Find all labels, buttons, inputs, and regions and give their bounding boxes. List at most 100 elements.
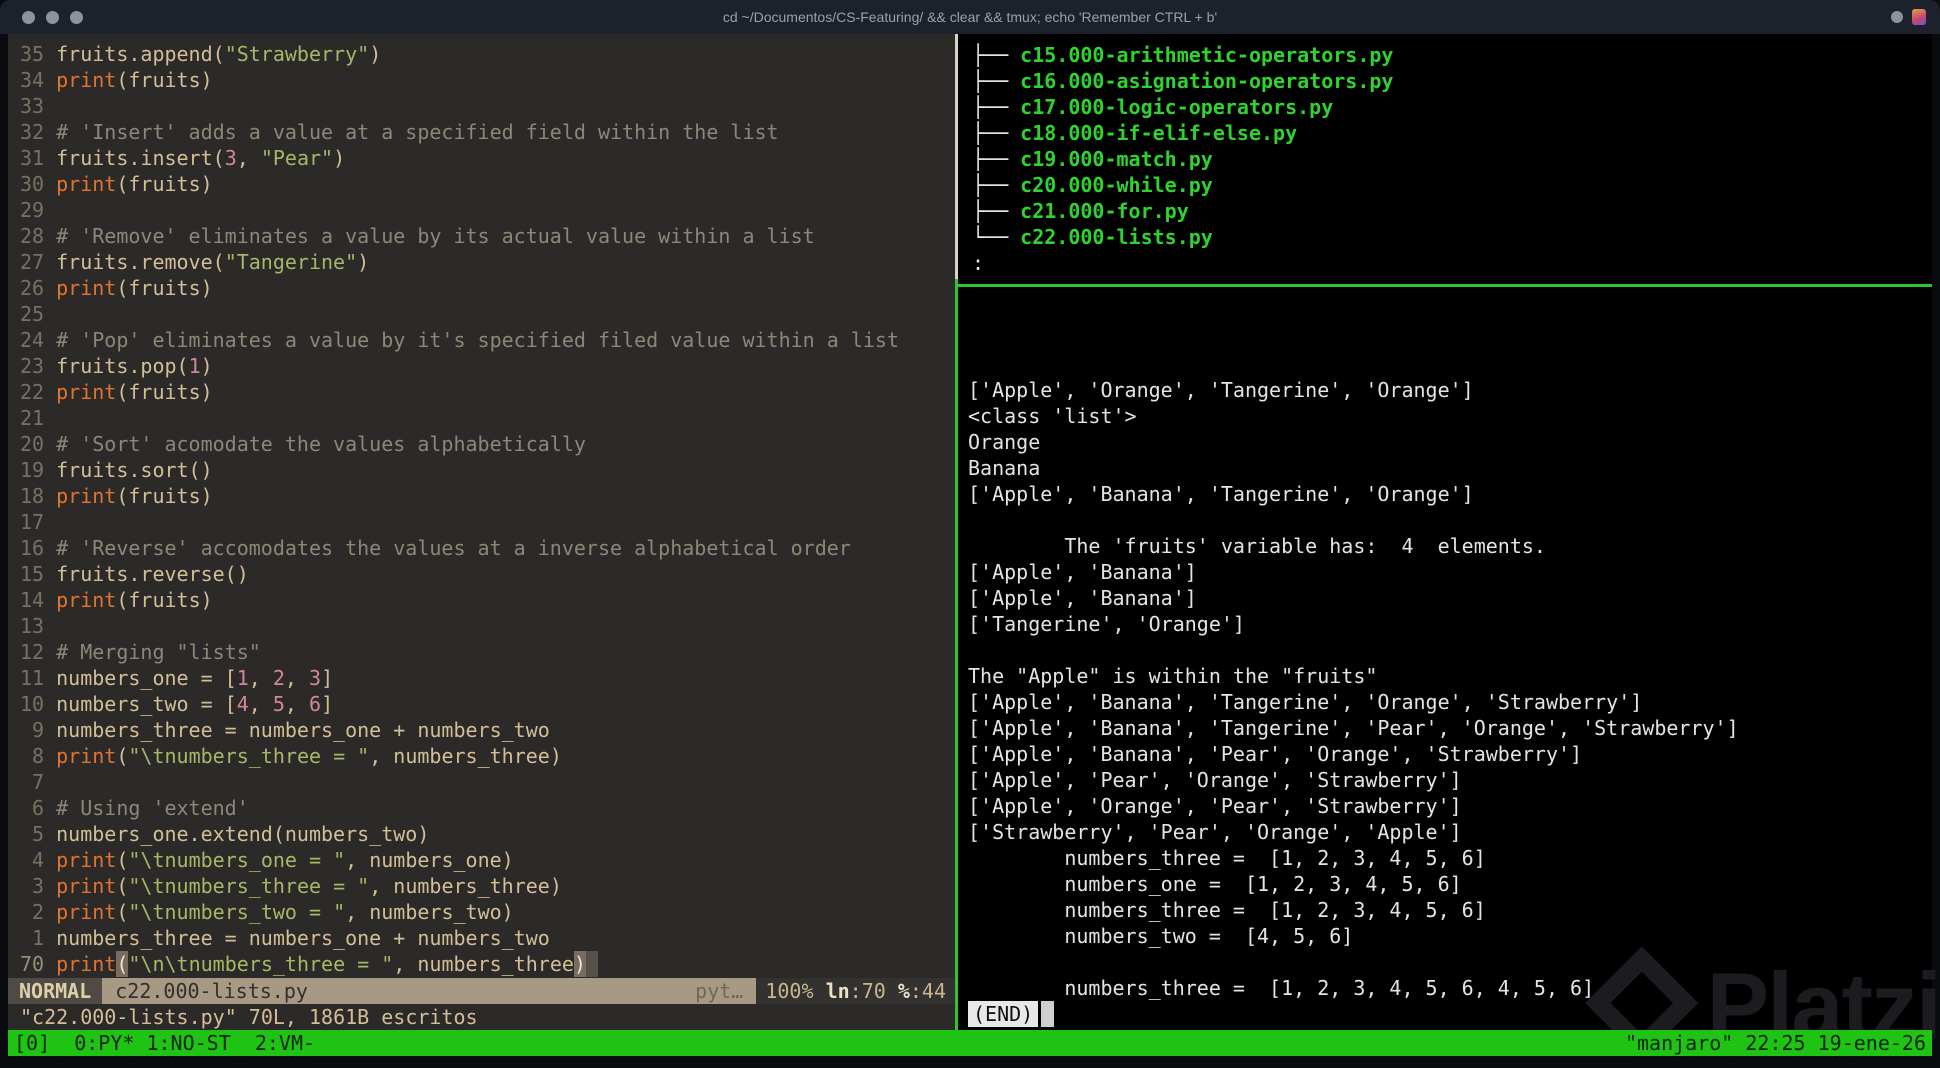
code-token: fruits.reverse() xyxy=(56,562,249,586)
output-line: ['Apple', 'Pear', 'Orange', 'Strawberry'… xyxy=(968,768,1462,792)
traffic-lights xyxy=(22,0,83,34)
line-number: 33 xyxy=(20,94,45,118)
output-line: ['Apple', 'Banana'] xyxy=(968,560,1197,584)
vim-buffer[interactable]: 35 fruits.append("Strawberry") 34 print (fru… xyxy=(8,34,955,978)
line-number: 31 xyxy=(20,146,45,170)
line-number: 7 xyxy=(20,770,45,794)
output-line: The 'fruits' variable has: 4 elements. xyxy=(968,534,1546,558)
code-token: , numbers_three xyxy=(393,952,574,976)
code-token: 4 xyxy=(236,692,249,716)
output-pane[interactable]: ['Apple', 'Orange', 'Tangerine', 'Orange… xyxy=(958,287,1932,1030)
code-token: print xyxy=(56,68,117,92)
code-token: print xyxy=(56,380,117,404)
code-line: 21 xyxy=(20,405,955,431)
output-line: ['Apple', 'Banana', 'Pear', 'Orange', 'S… xyxy=(968,742,1583,766)
code-token: numbers_one = [ xyxy=(56,666,237,690)
code-line: 18 print (fruits) xyxy=(20,483,955,509)
line-number: 2 xyxy=(20,900,45,924)
output-line: <class 'list'> xyxy=(968,404,1137,428)
code-line: 34 print (fruits) xyxy=(20,67,955,93)
tree-item: └── c22.000-lists.py xyxy=(972,224,1932,250)
code-line: 10 numbers_two = [4, 5, 6] xyxy=(20,691,955,717)
statusline-scroll-percent: 100% xyxy=(765,979,826,1003)
code-token: # 'Sort' acomodate the values alphabetic… xyxy=(56,432,586,456)
tree-filename: c17.000-logic-operators.py xyxy=(1020,95,1334,119)
code-token: (fruits) xyxy=(116,588,213,612)
code-token: "\tnumbers_three = " xyxy=(128,744,370,768)
tmux-window-list[interactable]: [0] 0:PY* 1:NO-ST 2:VM- xyxy=(14,1030,315,1056)
tree-item: ├── c16.000-asignation-operators.py xyxy=(972,68,1932,94)
tmux-status-bar: [0] 0:PY* 1:NO-ST 2:VM- "manjaro" 22:25 … xyxy=(8,1030,1932,1056)
output-line: Orange xyxy=(968,430,1041,454)
code-token: print xyxy=(56,874,117,898)
screenshot-root: cd ~/Documentos/CS-Featuring/ && clear &… xyxy=(0,0,1940,1068)
window-maximize-button[interactable] xyxy=(70,10,83,24)
code-line: 13 xyxy=(20,613,955,639)
code-token: numbers_three = numbers_one + numbers_tw… xyxy=(56,718,550,742)
statusline-position-section: 100% ln:70 %:44 xyxy=(756,978,955,1004)
code-line: 4 print("\tnumbers_one = ", numbers_one) xyxy=(20,847,955,873)
statusline-filename: c22.000-lists.py xyxy=(115,979,308,1003)
code-token: "Strawberry" xyxy=(224,42,370,66)
code-token: ] xyxy=(321,692,334,716)
tree-branch-glyph: ├── xyxy=(972,43,1021,67)
code-token: ( xyxy=(116,744,129,768)
tree-item: ├── c20.000-while.py xyxy=(972,172,1932,198)
code-token: # 'Reverse' accomodates the values at a … xyxy=(56,536,851,560)
code-line: 6 # Using 'extend' xyxy=(20,795,955,821)
right-panes: ├── c15.000-arithmetic-operators.py ├── c… xyxy=(958,34,1932,1030)
code-line: 29 xyxy=(20,197,955,223)
tree-filename: c19.000-match.py xyxy=(1020,147,1213,171)
tree-item: ├── c17.000-logic-operators.py xyxy=(972,94,1932,120)
pager-end-badge: (END) xyxy=(968,1001,1039,1027)
code-token: 6 xyxy=(309,692,322,716)
code-token: 1 xyxy=(236,666,249,690)
tree-item: ├── c21.000-for.py xyxy=(972,198,1932,224)
window-bottom-edge xyxy=(8,1056,1932,1068)
tree-branch-glyph: ├── xyxy=(972,199,1021,223)
tree-filename: c15.000-arithmetic-operators.py xyxy=(1020,43,1394,67)
pager-end-row: (END) xyxy=(968,1001,1932,1027)
line-number: 70 xyxy=(20,952,45,976)
code-token: "Pear" xyxy=(260,146,334,170)
code-token: fruits.sort() xyxy=(56,458,213,482)
titlebar-status-dot-icon[interactable] xyxy=(1891,11,1903,23)
code-line: 7 xyxy=(20,769,955,795)
code-line: 24 # 'Pop' eliminates a value by it's spe… xyxy=(20,327,955,353)
code-token: "Tangerine" xyxy=(224,250,358,274)
code-line: 8 print("\tnumbers_three = ", numbers_thr… xyxy=(20,743,955,769)
terminal-window: cd ~/Documentos/CS-Featuring/ && clear &… xyxy=(0,0,1940,1068)
line-number: 3 xyxy=(20,874,45,898)
tree-filename: c20.000-while.py xyxy=(1020,173,1213,197)
line-number: 11 xyxy=(20,666,45,690)
code-line: 32 # 'Insert' adds a value at a specified… xyxy=(20,119,955,145)
code-line: 9 numbers_three = numbers_one + numbers_t… xyxy=(20,717,955,743)
line-number: 5 xyxy=(20,822,45,846)
code-line: 26 print (fruits) xyxy=(20,275,955,301)
file-tree-pane[interactable]: ├── c15.000-arithmetic-operators.py ├── c… xyxy=(958,34,1932,284)
titlebar-app-icon[interactable] xyxy=(1912,9,1926,25)
line-number: 23 xyxy=(20,354,45,378)
window-close-button[interactable] xyxy=(22,10,35,24)
code-token: , xyxy=(284,666,310,690)
code-token: 2 xyxy=(272,666,285,690)
code-token: print xyxy=(56,900,117,924)
code-line: 22 print (fruits) xyxy=(20,379,955,405)
output-line: The "Apple" is within the "fruits" xyxy=(968,664,1378,688)
line-number: 1 xyxy=(20,926,45,950)
code-token: print xyxy=(56,744,117,768)
code-token: # Using 'extend' xyxy=(56,796,249,820)
code-token: numbers_two = [ xyxy=(56,692,237,716)
code-token: 1 xyxy=(188,354,201,378)
window-minimize-button[interactable] xyxy=(46,10,59,24)
code-token xyxy=(585,951,598,977)
code-line: 23 fruits.pop(1) xyxy=(20,353,955,379)
vim-pane[interactable]: 35 fruits.append("Strawberry") 34 print (fru… xyxy=(8,34,955,1030)
line-number: 15 xyxy=(20,562,45,586)
code-token: , xyxy=(284,692,310,716)
code-line: 31 fruits.insert(3, "Pear") xyxy=(20,145,955,171)
code-line: 33 xyxy=(20,93,955,119)
window-titlebar[interactable]: cd ~/Documentos/CS-Featuring/ && clear &… xyxy=(0,0,1940,34)
vim-message-line: "c22.000-lists.py" 70L, 1861B escritos xyxy=(8,1004,955,1030)
